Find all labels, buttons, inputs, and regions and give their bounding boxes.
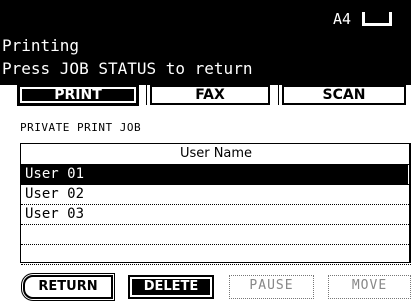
status-message: Printing [2,36,80,55]
column-header-user-name: User Name [21,144,411,165]
tab-fax[interactable]: FAX [150,85,270,105]
tab-scan[interactable]: SCAN [282,85,406,105]
list-item[interactable] [21,245,411,265]
move-button[interactable]: MOVE [328,275,411,299]
status-instruction: Press JOB STATUS to return [2,59,253,78]
pause-button[interactable]: PAUSE [229,275,314,299]
function-tabs: PRINT FAX SCAN [0,85,411,107]
paper-size-label: A4 [333,10,352,28]
user-list-table: User Name User 01 User 02 User 03 [20,143,411,265]
tab-print[interactable]: PRINT [18,85,138,105]
list-item[interactable]: User 03 [21,205,411,225]
list-item[interactable]: User 01 [21,165,411,185]
section-title: PRIVATE PRINT JOB [20,121,142,134]
list-item[interactable] [21,225,411,245]
list-item[interactable]: User 02 [21,185,411,205]
paper-orientation-icon [362,12,392,26]
return-button[interactable]: RETURN [23,275,113,299]
status-header: A4 Printing Press JOB STATUS to return [0,0,411,85]
delete-button[interactable]: DELETE [128,275,214,299]
